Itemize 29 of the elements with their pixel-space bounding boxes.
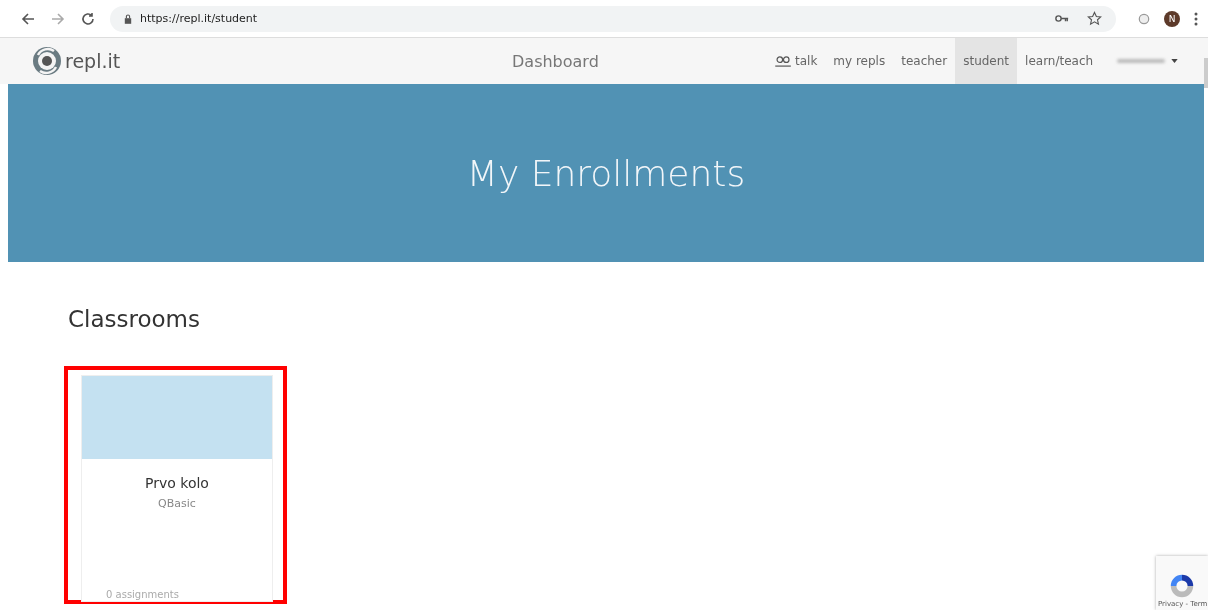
profile-avatar[interactable]: N — [1164, 10, 1180, 27]
scrollbar[interactable] — [1204, 58, 1208, 88]
section-heading: Classrooms — [68, 306, 201, 332]
nav-link[interactable]: teacher — [893, 38, 956, 84]
extension-icon[interactable] — [1138, 12, 1150, 25]
nav-link[interactable]: student — [955, 38, 1018, 84]
classroom-language: QBasic — [158, 497, 196, 510]
key-icon[interactable] — [1055, 14, 1069, 23]
address-bar[interactable]: https://repl.it/student — [110, 5, 1116, 32]
blurred-username — [1117, 59, 1166, 63]
hero-title: My Enrollments — [466, 152, 746, 194]
star-icon[interactable] — [1087, 11, 1102, 26]
reload-icon[interactable] — [80, 10, 96, 27]
page-title: Dashboard — [512, 51, 600, 71]
url-text: https://repl.it/student — [140, 12, 258, 25]
caret-icon — [1171, 59, 1179, 63]
back-icon[interactable] — [20, 10, 36, 27]
people-icon — [775, 55, 792, 67]
lock-icon — [124, 13, 132, 24]
recaptcha-icon — [1168, 572, 1196, 600]
classroom-name: Prvo kolo — [145, 475, 209, 491]
nav-link[interactable]: my repls — [825, 38, 894, 84]
nav-link[interactable]: talk — [767, 38, 826, 84]
nav-link[interactable]: learn/teach — [1017, 38, 1102, 84]
assignment-count: 0 assignments — [106, 589, 179, 600]
classroom-card[interactable]: Prvo kolo QBasic 0 assignments — [81, 375, 273, 602]
logo-icon[interactable] — [32, 46, 62, 76]
menu-icon[interactable] — [1194, 11, 1198, 26]
logo-text[interactable]: repl.it — [65, 50, 121, 72]
